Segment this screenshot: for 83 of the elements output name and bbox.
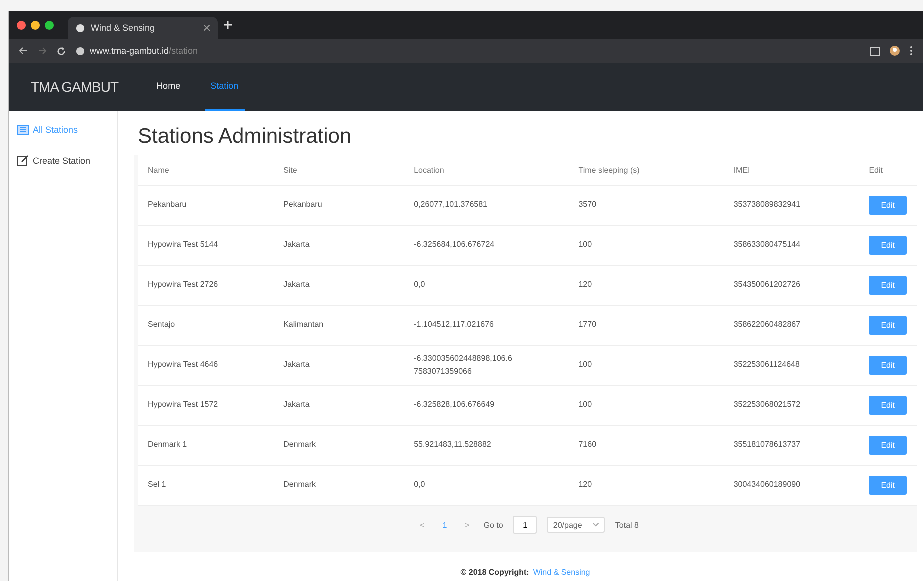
edit-button[interactable]: Edit <box>869 236 907 255</box>
table-cell-text: 100 <box>578 239 594 252</box>
table-cell-text: 100 <box>578 399 594 412</box>
table-cell-text: 300434060189090 <box>734 479 802 492</box>
table-cell-text: 3570 <box>578 199 598 212</box>
column-header: Site <box>274 155 404 186</box>
column-header: Location <box>404 155 569 186</box>
table-cell-text: Denmark <box>284 439 318 452</box>
browser-tab[interactable]: Wind & Sensing <box>68 17 218 39</box>
table-cell-text: 1770 <box>578 319 598 332</box>
close-window-dot[interactable] <box>17 20 26 30</box>
column-header: Edit <box>859 155 917 186</box>
table-cell-text: -6.330035602448898,106.67583071359066 <box>414 352 514 378</box>
table-cell-text: Sentajo <box>148 319 176 332</box>
table-cell-text: 358633080475144 <box>734 239 802 252</box>
sidebar-item[interactable]: All Stations <box>9 123 117 137</box>
table-cell-text: Denmark <box>284 479 318 492</box>
table-cell-text: 100 <box>578 359 594 372</box>
table-cell-text: -6.325684,106.676724 <box>414 239 496 252</box>
previous-page-button[interactable]: < <box>416 518 429 532</box>
close-icon[interactable] <box>204 25 210 31</box>
column-header: IMEI <box>724 155 860 186</box>
table-cell-text: 120 <box>578 479 594 492</box>
column-header: Time sleeping (s) <box>568 155 724 186</box>
table-cell-text: 352253068021572 <box>734 399 802 412</box>
edit-button[interactable]: Edit <box>869 396 907 415</box>
brand-title[interactable]: TMA GAMBUT <box>31 79 119 95</box>
table-cell-text: 0,0 <box>414 279 426 292</box>
page-number[interactable]: 1 <box>438 518 452 532</box>
reload-icon[interactable] <box>57 46 66 56</box>
table-cell-text: 358622060482867 <box>734 319 802 332</box>
footer-link[interactable]: Wind & Sensing <box>533 568 590 577</box>
nav-tab[interactable]: Home <box>150 63 187 111</box>
page-size-select[interactable]: 20/page <box>547 517 606 533</box>
table-cell-text: 55.921483,11.528882 <box>414 439 492 452</box>
table-cell-text: -6.325828,106.676649 <box>414 399 496 412</box>
table-cell-text: Hypowira Test 4646 <box>148 359 220 372</box>
table-cell-text: Hypowira Test 2726 <box>148 279 220 292</box>
table-cell-text: Jakarta <box>284 239 311 252</box>
table-cell-text: Kalimantan <box>284 319 325 332</box>
edit-button[interactable]: Edit <box>869 316 907 335</box>
edit-button[interactable]: Edit <box>869 356 907 375</box>
maximize-window-dot[interactable] <box>45 20 54 30</box>
table-cell-text: Jakarta <box>284 399 311 412</box>
edit-button[interactable]: Edit <box>869 276 907 295</box>
caret-icon <box>593 523 600 527</box>
page-input[interactable]: 1 <box>513 516 538 534</box>
table-cell-text: 354350061202726 <box>734 279 802 292</box>
next-page-button[interactable]: > <box>461 518 474 532</box>
nav-tab[interactable]: Station <box>204 63 245 111</box>
edit-icon <box>17 155 29 166</box>
table-cell-text: Jakarta <box>284 279 311 292</box>
table-cell-text: Hypowira Test 1572 <box>148 399 220 412</box>
page-title: Stations Administration <box>138 125 353 149</box>
sidebar-item[interactable]: Create Station <box>9 153 117 168</box>
back-icon[interactable] <box>19 47 28 55</box>
table-cell-text: 353738089832941 <box>734 199 802 212</box>
table-cell-text: Hypowira Test 5144 <box>148 239 220 252</box>
url-field[interactable]: www.tma-gambut.id/station <box>90 46 198 56</box>
table-cell-text: Pekanbaru <box>284 199 324 212</box>
table-cell-text: Pekanbaru <box>148 199 188 212</box>
table-cell-text: 352253061124648 <box>734 359 801 372</box>
total-count: Total 8 <box>615 520 639 530</box>
table-cell-text: 355181078613737 <box>734 439 802 452</box>
edit-button[interactable]: Edit <box>869 476 907 495</box>
table-cell-text: Jakarta <box>284 359 311 372</box>
table-cell-text: 7160 <box>578 439 598 452</box>
table-cell-text: 0,0 <box>414 479 426 492</box>
profile-icon[interactable] <box>890 46 900 56</box>
list-icon <box>17 125 29 135</box>
edit-button[interactable]: Edit <box>869 436 907 455</box>
goto-label: Go to <box>484 520 504 530</box>
table-cell-text: -1.104512,117.021676 <box>414 319 496 332</box>
minimize-window-dot[interactable] <box>31 20 40 30</box>
table-cell-text: Denmark 1 <box>148 439 188 452</box>
table-cell-text: 0,26077,101.376581 <box>414 199 488 212</box>
copyright-text: © 2018 Copyright: <box>460 568 530 577</box>
plus-icon[interactable] <box>224 21 232 29</box>
edit-button[interactable]: Edit <box>869 196 907 215</box>
column-header: Name <box>138 155 274 186</box>
menu-icon[interactable] <box>910 46 913 56</box>
table-cell-text: 120 <box>578 279 594 292</box>
table-cell-text: Sel 1 <box>148 479 168 492</box>
